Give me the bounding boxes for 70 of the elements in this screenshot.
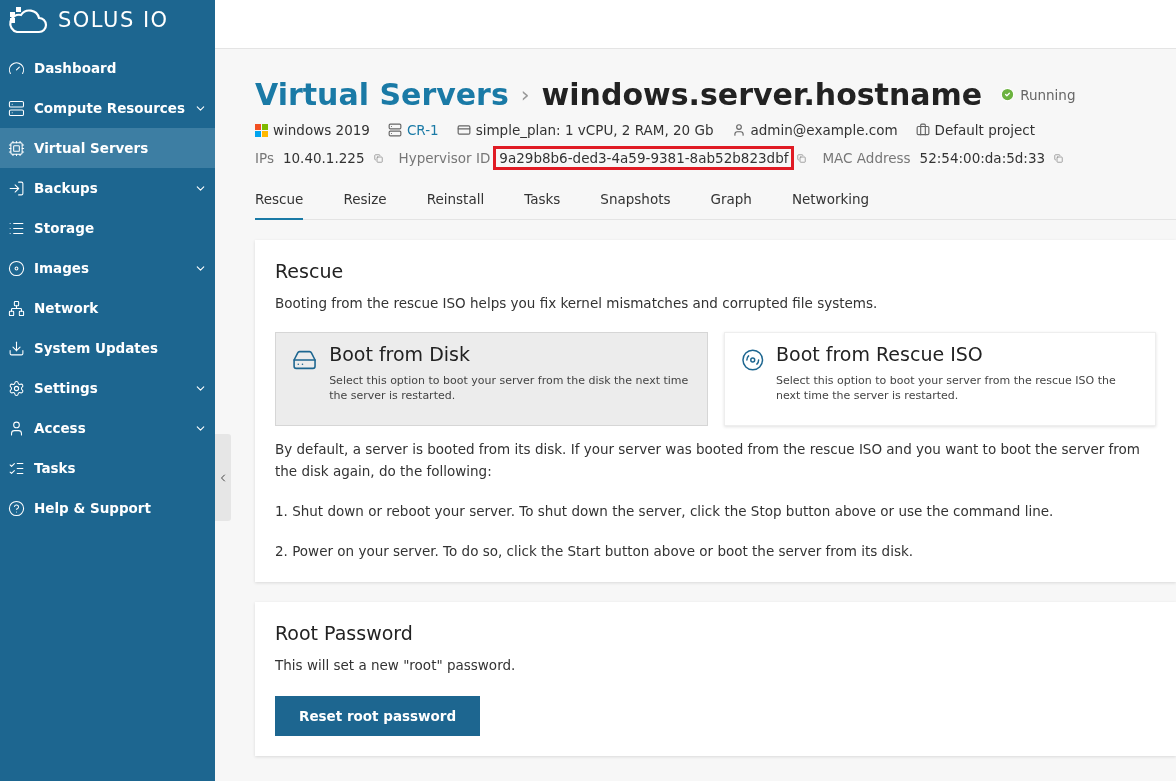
copy-icon[interactable] [373, 153, 383, 163]
sidebar-item[interactable]: Storage [0, 208, 215, 248]
card-icon [456, 123, 471, 137]
cloud-logo-icon [8, 6, 48, 34]
tab[interactable]: Reinstall [426, 182, 485, 220]
status-text: Running [1020, 86, 1076, 103]
tab[interactable]: Rescue [255, 182, 304, 220]
disc-icon [8, 259, 25, 277]
tab[interactable]: Resize [343, 182, 387, 220]
tab[interactable]: Graph [710, 182, 752, 220]
sidebar-item[interactable]: System Updates [0, 328, 215, 368]
copy-icon[interactable] [797, 153, 807, 163]
sidebar-item[interactable]: Help & Support [0, 488, 215, 528]
page-title: windows.server.hostname [541, 77, 983, 112]
tab[interactable]: Snapshots [600, 182, 671, 220]
id-label: MAC Address [822, 150, 911, 166]
boot-option[interactable]: Boot from Disk Select this option to boot your server from the disk the next time the server is restarted. [275, 332, 708, 426]
instruction-text: By default, a server is booted from its disk. If your server was booted from the rescue ISO and you want to boot the server from the disk again, do the following: [275, 440, 1141, 481]
download-icon [8, 339, 25, 357]
user-icon [731, 123, 746, 137]
copy-icon[interactable] [1054, 153, 1064, 163]
card-title: Root Password [275, 622, 414, 644]
option-title: Boot from Rescue ISO [776, 343, 984, 365]
instruction-text: 1. Shut down or reboot your server. To shut down the server, click the Stop button above or use the command line. [275, 502, 1055, 521]
settings-icon [8, 379, 25, 397]
reset-password-button[interactable]: Reset root password [275, 696, 481, 736]
meta-link[interactable]: CR-1 [406, 122, 439, 138]
sidebar-item[interactable]: Settings [0, 368, 215, 408]
card-title: Rescue [275, 260, 345, 282]
option-description: Select this option to boot your server from the disk the next time the server is restarted. [329, 373, 690, 403]
intro-text: Booting from the rescue ISO helps you fix kernel mismatches and corrupted file systems. [275, 294, 879, 313]
meta-text: Default project [934, 122, 1036, 138]
meta-text: windows 2019 [273, 122, 370, 138]
user-icon [8, 419, 25, 437]
meta-text: simple_plan: 1 vCPU, 2 RAM, 20 Gb [475, 122, 714, 138]
id-value: 9a29b8b6-ded3-4a59-9381-8ab52b823dbf [493, 146, 795, 170]
sidebar-item[interactable]: Dashboard [0, 48, 215, 88]
breadcrumb-separator: › [520, 82, 530, 107]
network-icon [8, 299, 25, 317]
briefcase-icon [915, 123, 930, 137]
gauge-icon [8, 59, 25, 77]
sidebar-item[interactable]: Network [0, 288, 215, 328]
id-label: Hypervisor ID [398, 150, 491, 166]
sidebar-item[interactable]: Virtual Servers [0, 128, 215, 168]
help-icon [8, 499, 25, 517]
id-value: 10.40.1.225 [281, 149, 366, 168]
sidebar-item[interactable]: Backups [0, 168, 215, 208]
server-icon [8, 99, 25, 117]
boot-option[interactable]: Boot from Rescue ISO Select this option to boot your server from the rescue ISO the next time the server is restarted. [723, 332, 1156, 426]
meta-text: admin@example.com [750, 122, 898, 138]
check-icon [1000, 87, 1016, 102]
tab[interactable]: Tasks [524, 182, 561, 220]
instruction-text: 2. Power on your server. To do so, click the Start button above or boot the server from its disk. [275, 542, 915, 561]
card-text: This will set a new "root" password. [275, 656, 517, 675]
sidebar-item[interactable]: Compute Resources [0, 88, 215, 128]
sign-in-icon [8, 179, 25, 197]
sidebar-item[interactable]: Images [0, 248, 215, 288]
tab[interactable]: Networking [791, 182, 870, 220]
server-icon [387, 123, 402, 137]
collapse-handle[interactable] [215, 434, 231, 521]
sidebar-item[interactable]: Access [0, 408, 215, 448]
chip-icon [8, 139, 25, 157]
option-title: Boot from Disk [329, 343, 471, 365]
id-value: 52:54:00:da:5d:33 [918, 149, 1047, 168]
option-description: Select this option to boot your server from the rescue ISO the next time the server is restarted. [776, 373, 1117, 403]
brand-name: SOLUS IO [58, 8, 169, 32]
id-label: IPs [255, 150, 274, 166]
windows-logo-icon [255, 123, 268, 137]
sidebar-item[interactable]: Tasks [0, 448, 215, 488]
breadcrumb-link[interactable]: Virtual Servers [255, 77, 509, 112]
